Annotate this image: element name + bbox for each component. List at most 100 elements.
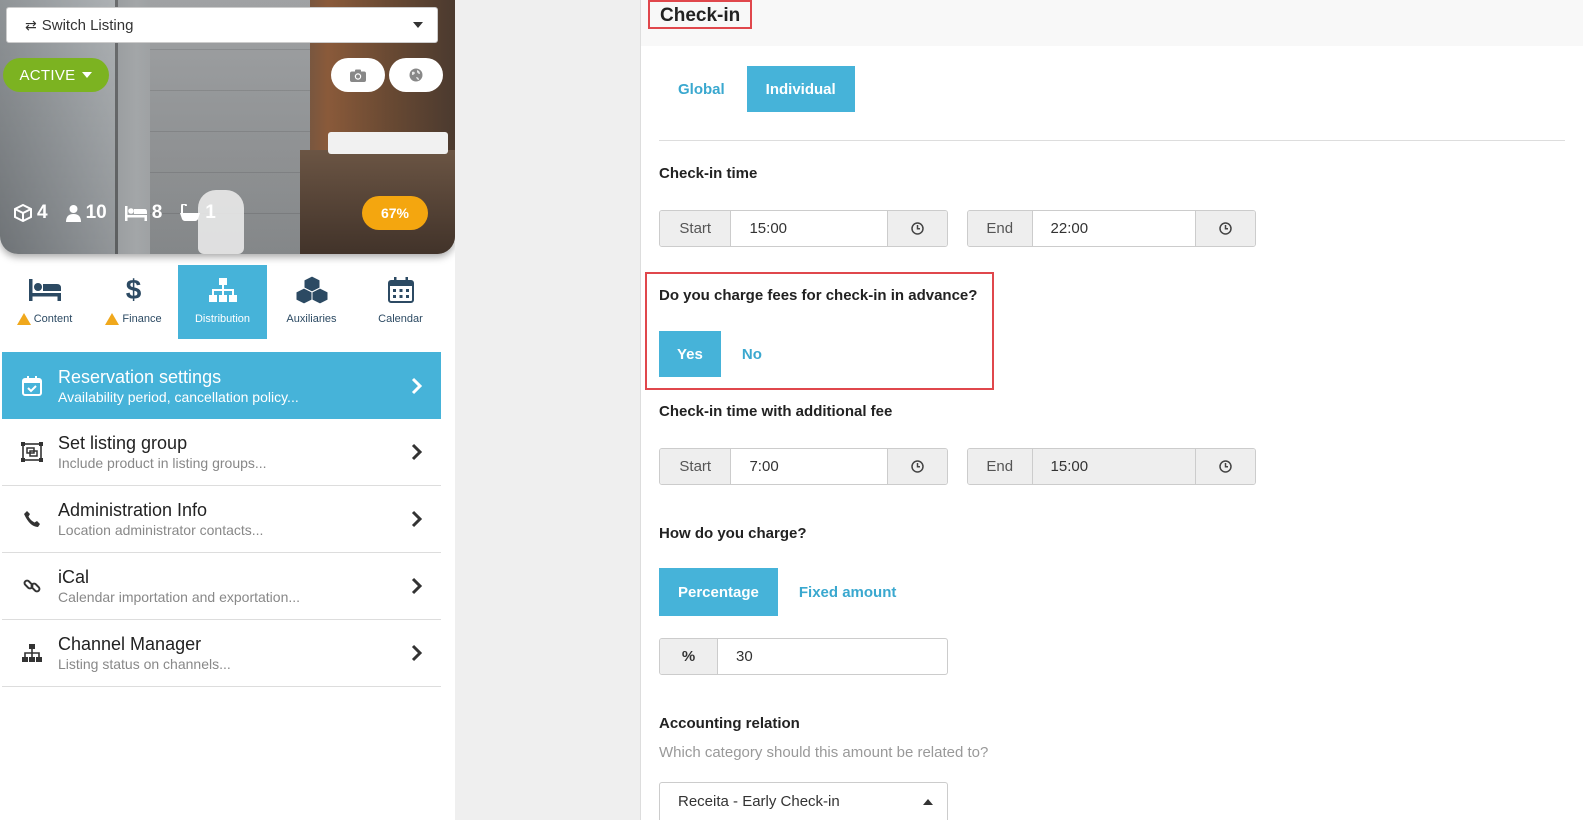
charge-percentage-button[interactable]: Percentage <box>659 568 778 616</box>
calendar-check-icon <box>22 375 42 396</box>
fee-time-label: Check-in time with additional fee <box>659 403 893 420</box>
accounting-category-select[interactable]: Receita - Early Check-in <box>659 782 948 820</box>
chevron-right-icon <box>411 510 423 528</box>
menu-item-title: Administration Info <box>58 500 208 520</box>
charge-fixed-amount-button[interactable]: Fixed amount <box>778 568 918 616</box>
checkin-settings-panel: Check-in Global Individual Check-in time… <box>641 0 1583 820</box>
exchange-icon: ⇄ <box>25 16 37 33</box>
percentage-input-group: % 30 <box>659 638 948 675</box>
globe-icon <box>409 68 423 82</box>
checkin-end-time-input[interactable]: 22:00 <box>1031 211 1197 246</box>
section-title: Check-in <box>648 0 753 29</box>
chevron-right-icon <box>411 377 423 394</box>
fee-start-time-picker-button[interactable] <box>888 449 947 484</box>
advance-fee-toggle: Yes No <box>659 331 783 377</box>
menu-item-title: Channel Manager <box>58 634 202 654</box>
start-time-picker-button[interactable] <box>888 211 947 246</box>
percent-addon: % <box>660 639 718 674</box>
person-icon <box>65 205 81 222</box>
percentage-input[interactable]: 30 <box>718 639 947 674</box>
clock-icon <box>1219 460 1232 473</box>
accounting-selected-value: Receita - Early Check-in <box>678 793 840 810</box>
scope-global-button[interactable]: Global <box>659 66 744 112</box>
rooms-stat: 4 <box>14 202 48 224</box>
menu-item-subtitle: Location administrator contacts... <box>58 522 264 538</box>
fee-end-time-group: End 15:00 <box>967 448 1256 485</box>
advance-fee-no-button[interactable]: No <box>721 331 783 377</box>
end-time-picker-button[interactable] <box>1196 211 1255 246</box>
caret-up-icon <box>923 798 933 805</box>
fee-end-time-input: 15:00 <box>1031 449 1197 484</box>
accounting-relation-label: Accounting relation <box>659 715 800 732</box>
fee-start-time-group: Start 7:00 <box>659 448 948 485</box>
listing-sidebar: ⇄ Switch Listing ACTIVE 4 10 8 1 67% Con… <box>0 0 455 820</box>
clock-icon <box>911 460 924 473</box>
start-addon: Start <box>660 211 731 246</box>
caret-down-icon <box>82 72 93 78</box>
chevron-right-icon <box>411 443 423 461</box>
tab-auxiliaries[interactable]: Auxiliaries <box>267 265 356 339</box>
menu-item-reservation-settings[interactable]: Reservation settings Availability period… <box>2 352 441 419</box>
content-gutter <box>455 0 640 820</box>
accounting-relation-hint: Which category should this amount be rel… <box>659 744 989 761</box>
bathrooms-stat: 1 <box>180 202 216 224</box>
sitemap-icon <box>208 278 237 302</box>
chevron-right-icon <box>411 577 423 595</box>
sitemap-icon <box>22 644 42 662</box>
fee-end-time-picker-button[interactable] <box>1196 449 1255 484</box>
switch-listing-dropdown[interactable]: ⇄ Switch Listing <box>6 7 438 43</box>
section-header <box>641 0 1583 46</box>
checkin-end-time-group: End 22:00 <box>967 210 1256 247</box>
dollar-icon: $ <box>125 274 142 305</box>
menu-item-channel-manager[interactable]: Channel Manager Listing status on channe… <box>2 620 441 687</box>
checkin-time-label: Check-in time <box>659 165 758 182</box>
status-label: ACTIVE <box>19 66 76 84</box>
clock-icon <box>1219 222 1232 235</box>
scope-individual-button[interactable]: Individual <box>746 66 855 112</box>
menu-item-subtitle: Include product in listing groups... <box>58 455 267 471</box>
advance-fee-yes-button[interactable]: Yes <box>659 331 721 377</box>
tab-content[interactable]: Content <box>0 265 89 339</box>
caret-down-icon <box>413 22 423 28</box>
menu-item-title: iCal <box>58 567 90 587</box>
tab-finance[interactable]: $ Finance <box>89 265 178 339</box>
warning-icon <box>105 313 120 325</box>
bed-icon <box>124 206 147 221</box>
phone-icon <box>24 511 40 527</box>
chevron-right-icon <box>411 644 423 662</box>
charge-method-toggle: Percentage Fixed amount <box>659 568 917 616</box>
end-addon: End <box>968 449 1032 484</box>
menu-item-subtitle: Availability period, cancellation policy… <box>58 388 299 405</box>
start-addon: Start <box>660 449 731 484</box>
menu-item-ical[interactable]: iCal Calendar importation and exportatio… <box>2 553 441 620</box>
cube-icon <box>14 204 32 222</box>
menu-item-subtitle: Listing status on channels... <box>58 656 231 672</box>
menu-item-administration-info[interactable]: Administration Info Location administrat… <box>2 486 441 553</box>
checkin-start-time-input[interactable]: 15:00 <box>730 211 889 246</box>
end-addon: End <box>968 211 1032 246</box>
object-group-icon <box>21 442 43 462</box>
listing-tabs: Content $ Finance Distribution Auxiliari… <box>0 265 445 339</box>
completion-progress-badge: 67% <box>362 196 428 230</box>
advance-fee-question: Do you charge fees for check-in in advan… <box>659 287 978 304</box>
fee-start-time-input[interactable]: 7:00 <box>730 449 889 484</box>
charge-method-label: How do you charge? <box>659 525 807 542</box>
photos-button[interactable] <box>331 58 385 92</box>
menu-item-title: Reservation settings <box>58 366 222 387</box>
menu-item-subtitle: Calendar importation and exportation... <box>58 589 301 605</box>
checkin-scope-toggle: Global Individual <box>659 66 855 112</box>
link-icon <box>23 579 41 593</box>
tab-distribution[interactable]: Distribution <box>178 265 267 339</box>
menu-item-set-listing-group[interactable]: Set listing group Include product in lis… <box>2 419 441 486</box>
calendar-icon <box>387 277 414 303</box>
switch-listing-label: Switch Listing <box>41 16 134 34</box>
checkin-start-time-group: Start 15:00 <box>659 210 948 247</box>
tab-calendar[interactable]: Calendar <box>356 265 445 339</box>
warning-icon <box>16 313 31 325</box>
beds-stat: 8 <box>124 202 162 224</box>
listing-stats: 4 10 8 1 <box>14 202 216 224</box>
bed-icon <box>28 279 61 301</box>
status-dropdown-button[interactable]: ACTIVE <box>3 58 109 92</box>
map-location-button[interactable] <box>389 58 443 92</box>
divider <box>659 140 1565 141</box>
